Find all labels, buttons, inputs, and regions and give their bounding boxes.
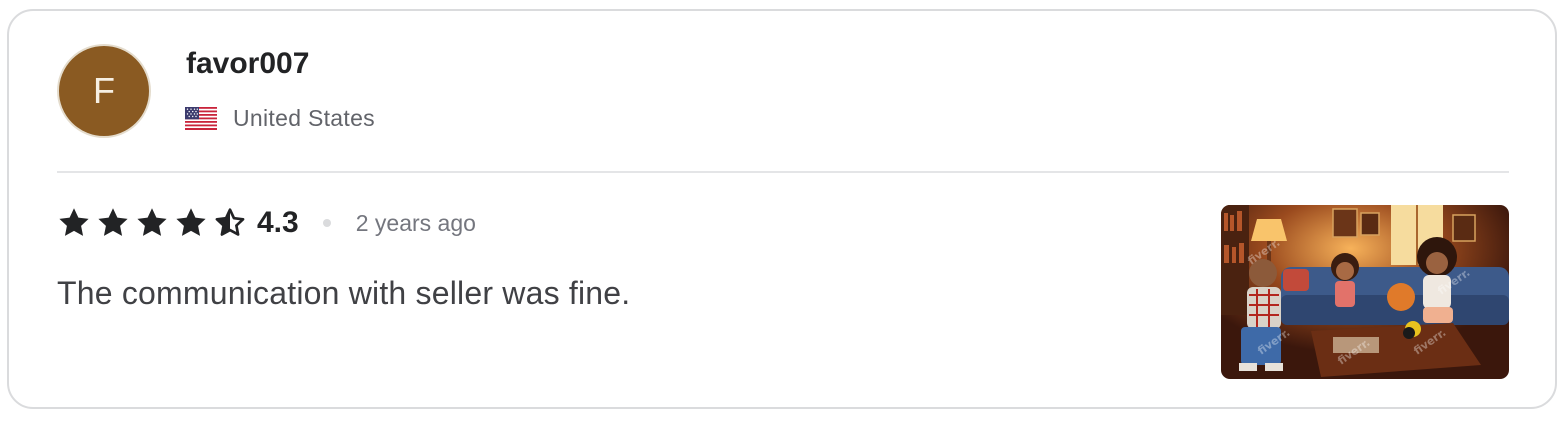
- divider: [57, 171, 1509, 173]
- review-image-thumbnail[interactable]: fiverr. fiverr. fiverr. fiverr. fiverr.: [1221, 205, 1509, 379]
- country-name: United States: [233, 105, 375, 131]
- star-full-icon: [98, 208, 128, 236]
- star-full-icon: [137, 208, 167, 236]
- star-full-icon: [59, 208, 89, 236]
- review-time: 2 years ago: [355, 209, 476, 236]
- avatar-initial: F: [93, 70, 115, 111]
- reviewer-username[interactable]: favor007: [186, 47, 309, 81]
- rating-score: 4.3: [257, 206, 299, 239]
- reviewer-country: United States: [185, 105, 375, 132]
- star-rating: [57, 206, 247, 240]
- star-half-icon: [215, 208, 245, 236]
- us-flag-icon: [185, 107, 217, 130]
- avatar[interactable]: F: [57, 44, 151, 138]
- review-text: The communication with seller was fine.: [57, 275, 631, 311]
- rating-row: 4.3 2 years ago: [57, 206, 476, 240]
- star-full-icon: [176, 208, 206, 236]
- separator-dot: [322, 219, 331, 227]
- review-card: F favor007 United States 4.3 2 years ago…: [7, 9, 1557, 409]
